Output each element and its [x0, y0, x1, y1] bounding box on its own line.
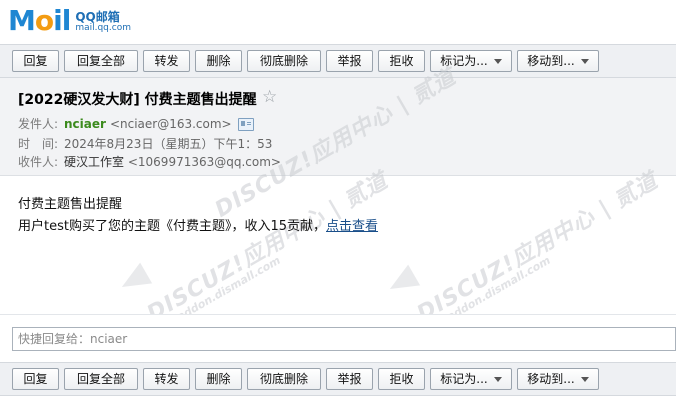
watermark-arrow-icon — [115, 262, 153, 298]
header-bar: Moil QQ邮箱 mail.qq.com — [0, 0, 676, 44]
bottom-toolbar: 回复 回复全部 转发 删除 彻底删除 举报 拒收 标记为... 移动到... — [0, 362, 676, 396]
delete-button[interactable]: 删除 — [195, 50, 242, 72]
recipient-row: 收件人: 硬汉工作室 <1069971363@qq.com> — [18, 155, 281, 169]
watermark: DISCUZ!应用中心 | 贰道 addon.dismall.com — [413, 168, 663, 327]
body-line-2: 用户test购买了您的主题《付费主题》，收入15贡献，点击查看 — [18, 219, 379, 234]
mark-as-dropdown[interactable]: 标记为... — [430, 50, 512, 72]
mail-subject: [2022硬汉发大财] 付费主题售出提醒 — [18, 92, 257, 108]
recipient-email: <1069971363@qq.com> — [127, 155, 281, 169]
body-line-1: 付费主题售出提醒 — [18, 197, 123, 212]
report-button[interactable]: 举报 — [326, 50, 373, 72]
mail-header: [2022硬汉发大财] 付费主题售出提醒 ☆ 发件人: nciaer <nciaer… — [0, 78, 676, 176]
recipient-name[interactable]: 硬汉工作室 — [64, 155, 124, 169]
contact-card-icon[interactable] — [237, 118, 254, 131]
logo-wordmark: Moil — [8, 4, 71, 37]
quick-reply-area — [0, 314, 676, 362]
mark-as-dropdown[interactable]: 标记为... — [430, 368, 512, 390]
move-to-dropdown[interactable]: 移动到... — [517, 368, 599, 390]
sender-name[interactable]: nciaer — [64, 117, 106, 131]
watermark-arrow-icon — [383, 264, 421, 300]
logo-url-text: mail.qq.com — [75, 23, 131, 33]
quick-reply-input[interactable] — [12, 327, 676, 351]
move-to-dropdown[interactable]: 移动到... — [517, 50, 599, 72]
chevron-down-icon — [493, 59, 502, 64]
time-row: 时 间: 2024年8月23日（星期五）下午1：53 — [18, 137, 273, 151]
logo-cn-text: QQ邮箱 — [75, 10, 120, 24]
reject-button[interactable]: 拒收 — [378, 50, 425, 72]
delete-button[interactable]: 删除 — [195, 368, 242, 390]
reply-all-button[interactable]: 回复全部 — [64, 368, 138, 390]
logo-side: QQ邮箱 mail.qq.com — [75, 10, 131, 36]
chevron-down-icon — [580, 377, 589, 382]
reply-button[interactable]: 回复 — [12, 368, 59, 390]
watermark: DISCUZ!应用中心 | 贰道 addon.dismall.com — [143, 168, 393, 327]
permanent-delete-button[interactable]: 彻底删除 — [247, 368, 321, 390]
mail-body: 付费主题售出提醒 用户test购买了您的主题《付费主题》，收入15贡献，点击查看 — [18, 194, 378, 238]
forward-button[interactable]: 转发 — [143, 368, 190, 390]
chevron-down-icon — [493, 377, 502, 382]
permanent-delete-button[interactable]: 彻底删除 — [247, 50, 321, 72]
chevron-down-icon — [580, 59, 589, 64]
reply-all-button[interactable]: 回复全部 — [64, 50, 138, 72]
reject-button[interactable]: 拒收 — [378, 368, 425, 390]
forward-button[interactable]: 转发 — [143, 50, 190, 72]
mail-time: 2024年8月23日（星期五）下午1：53 — [64, 137, 273, 151]
top-toolbar: 回复 回复全部 转发 删除 彻底删除 举报 拒收 标记为... 移动到... — [0, 44, 676, 78]
sender-email: <nciaer@163.com> — [109, 117, 232, 131]
star-icon[interactable]: ☆ — [262, 87, 277, 107]
reply-button[interactable]: 回复 — [12, 50, 59, 72]
report-button[interactable]: 举报 — [326, 368, 373, 390]
sender-row: 发件人: nciaer <nciaer@163.com> — [18, 115, 254, 132]
qq-mail-logo[interactable]: Moil QQ邮箱 mail.qq.com — [8, 6, 131, 36]
view-link[interactable]: 点击查看 — [326, 219, 378, 234]
